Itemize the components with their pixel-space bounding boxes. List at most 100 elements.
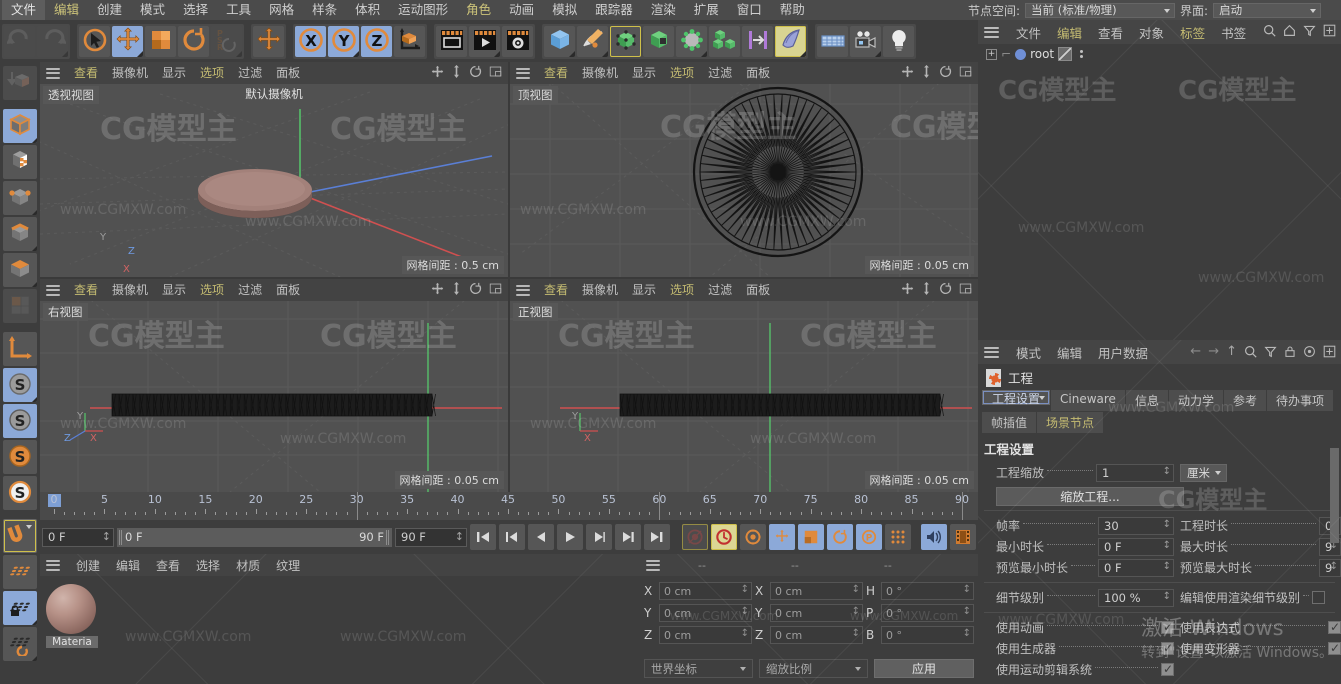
- record-active-objects-button[interactable]: [682, 524, 708, 550]
- vp-menu-panel[interactable]: 面板: [739, 279, 777, 301]
- coordinate-mode-select[interactable]: 缩放比例: [759, 659, 868, 678]
- attribute-tab-5[interactable]: 待办事项: [1266, 390, 1333, 411]
- vp-menu-camera[interactable]: 摄像机: [105, 62, 155, 84]
- pan-icon[interactable]: [901, 282, 914, 295]
- field-button[interactable]: [742, 25, 773, 57]
- attr-checkbox[interactable]: [1161, 662, 1174, 676]
- axis-x-button[interactable]: X: [295, 25, 326, 57]
- material-item[interactable]: Materia: [46, 584, 98, 648]
- prev-frame-button[interactable]: [528, 524, 554, 550]
- point-level-animation-button[interactable]: [885, 524, 911, 550]
- current-frame-field[interactable]: 0 F: [42, 527, 114, 547]
- soft-selection-s2-button[interactable]: S: [3, 440, 37, 474]
- hamburger-icon[interactable]: [516, 67, 530, 79]
- play-button[interactable]: [557, 524, 583, 550]
- array-button[interactable]: [643, 25, 674, 57]
- attr-checkbox-2[interactable]: [1312, 591, 1326, 604]
- light-button[interactable]: [883, 25, 914, 57]
- material-menu-3[interactable]: 选择: [188, 557, 228, 574]
- attribute-tab-4[interactable]: 参考: [1223, 390, 1266, 411]
- vp-menu-view[interactable]: 查看: [67, 279, 105, 301]
- attribute-menu-2[interactable]: 用户数据: [1090, 343, 1156, 362]
- expand-icon[interactable]: +: [986, 48, 997, 60]
- edges-mode-button[interactable]: [3, 217, 37, 251]
- menu-item-9[interactable]: 运动图形: [389, 0, 457, 20]
- attr-value-field[interactable]: 0 F: [1098, 558, 1174, 577]
- attribute-tab-7[interactable]: 场景节点: [1037, 412, 1104, 433]
- deformer-button[interactable]: [676, 25, 707, 57]
- menu-item-7[interactable]: 样条: [303, 0, 346, 20]
- menu-item-1[interactable]: 编辑: [45, 0, 88, 20]
- attribute-menu-1[interactable]: 编辑: [1049, 343, 1090, 362]
- vp-menu-options[interactable]: 选项: [663, 62, 701, 84]
- search-icon[interactable]: [1263, 24, 1276, 37]
- timeline-ruler[interactable]: 051015202530354045505560657075808590: [40, 492, 978, 520]
- orbit-icon[interactable]: [939, 282, 952, 295]
- zoom-dolly-icon[interactable]: [921, 65, 932, 78]
- target-icon[interactable]: [1303, 345, 1316, 358]
- scale-button[interactable]: [145, 25, 176, 57]
- attr-value-field[interactable]: 100 %: [1098, 588, 1174, 607]
- material-menu-5[interactable]: 纹理: [268, 557, 308, 574]
- redo-button[interactable]: [37, 25, 68, 57]
- coordinate-value-field[interactable]: 0 cm: [770, 604, 863, 622]
- hamburger-icon[interactable]: [46, 284, 60, 296]
- attribute-tab-6[interactable]: 帧插值: [982, 412, 1037, 433]
- texture-mode-button[interactable]: [3, 145, 37, 179]
- viewport-front-canvas[interactable]: Y X 正视图 网格间距 : 0.05 cm www.CGMXW.com www…: [510, 301, 978, 492]
- coordinate-value-field[interactable]: 0 cm: [770, 626, 863, 644]
- menu-item-14[interactable]: 渲染: [642, 0, 685, 20]
- menu-item-8[interactable]: 体积: [346, 0, 389, 20]
- search-icon[interactable]: [1244, 345, 1257, 358]
- object-menu-2[interactable]: 查看: [1090, 23, 1131, 42]
- home-icon[interactable]: [1283, 24, 1296, 37]
- apply-button[interactable]: 应用: [874, 659, 974, 678]
- grid-lock-button[interactable]: [3, 591, 37, 625]
- viewport-front[interactable]: 查看 摄像机 显示 选项 过滤 面板 Y X 正视图 网格间距: 0.05 c…: [510, 279, 978, 492]
- vp-menu-filter[interactable]: 过滤: [231, 62, 269, 84]
- hamburger-icon[interactable]: [984, 26, 999, 38]
- simulation-cloth-button[interactable]: [775, 25, 806, 57]
- attr-checkbox[interactable]: [1161, 620, 1174, 634]
- vp-menu-panel[interactable]: 面板: [269, 62, 307, 84]
- menu-item-5[interactable]: 工具: [217, 0, 260, 20]
- vp-menu-camera[interactable]: 摄像机: [575, 62, 625, 84]
- next-frame-button[interactable]: [586, 524, 612, 550]
- material-menu-1[interactable]: 编辑: [108, 557, 148, 574]
- project-scale-unit-select[interactable]: 厘米: [1180, 463, 1228, 482]
- object-row-root[interactable]: + ⌐ root: [978, 44, 1341, 64]
- model-mode-button[interactable]: [3, 109, 37, 143]
- snap-magnet-button[interactable]: [3, 519, 37, 553]
- back-arrow-icon[interactable]: ←: [1190, 344, 1201, 359]
- max-frame-field[interactable]: 90 F: [395, 527, 467, 547]
- move-button[interactable]: [253, 25, 284, 57]
- coordinate-value-field[interactable]: 0 °: [881, 626, 974, 644]
- object-visibility-dots[interactable]: [1080, 50, 1084, 58]
- forward-arrow-icon[interactable]: →: [1208, 344, 1219, 359]
- attr-value-field[interactable]: 0 F: [1098, 537, 1174, 556]
- coordinate-space-select[interactable]: 世界坐标: [644, 659, 753, 678]
- camera-button[interactable]: [850, 25, 881, 57]
- orbit-icon[interactable]: [469, 65, 482, 78]
- vp-menu-panel[interactable]: 面板: [739, 62, 777, 84]
- menu-item-12[interactable]: 模拟: [543, 0, 586, 20]
- coordinate-value-field[interactable]: 0 cm: [770, 582, 863, 600]
- attr-checkbox[interactable]: [1161, 641, 1174, 655]
- layout-select[interactable]: 启动: [1213, 2, 1322, 18]
- timeline-range-bar[interactable]: 0 F 90 F: [117, 527, 392, 547]
- pan-icon[interactable]: [431, 65, 444, 78]
- attribute-tab-1[interactable]: Cineware: [1051, 390, 1125, 411]
- prev-key-button[interactable]: [499, 524, 525, 550]
- object-menu-0[interactable]: 文件: [1008, 23, 1049, 42]
- menu-item-11[interactable]: 动画: [500, 0, 543, 20]
- render-view-button[interactable]: [436, 25, 467, 57]
- render-settings-button[interactable]: [502, 25, 533, 57]
- menu-item-6[interactable]: 网格: [260, 0, 303, 20]
- polygons-mode-button[interactable]: [3, 253, 37, 287]
- menu-item-0[interactable]: 文件: [2, 0, 46, 20]
- filter-icon[interactable]: [1264, 345, 1277, 358]
- make-editable-button[interactable]: [3, 66, 37, 100]
- viewport-perspective-canvas[interactable]: Y Y Z X 透视视图 默认摄像机 网格间距 : 0.5 cm www.CGM…: [40, 84, 508, 277]
- soft-selection-s1-button[interactable]: S: [3, 404, 37, 438]
- vp-menu-display[interactable]: 显示: [155, 279, 193, 301]
